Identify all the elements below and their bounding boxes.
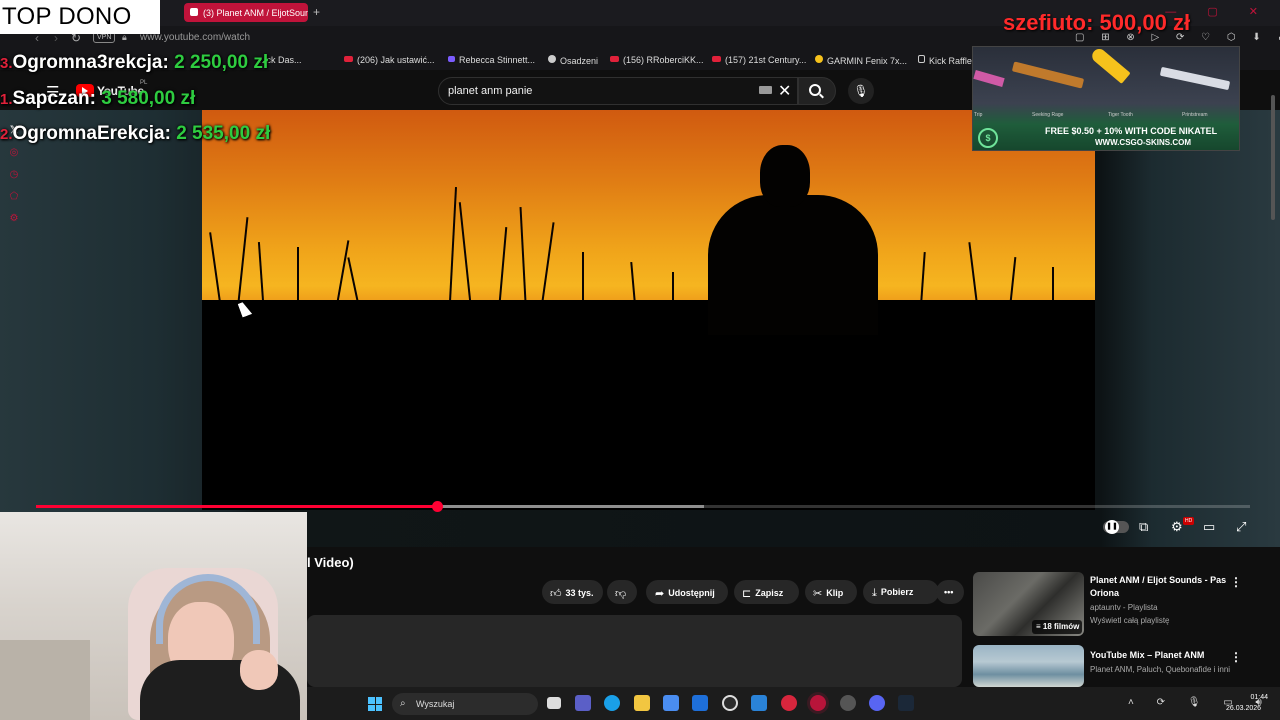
bookmark-icon xyxy=(448,56,455,62)
scissors-icon: ✂ xyxy=(813,588,823,600)
subtitles-icon[interactable]: ⧉ xyxy=(1139,519,1148,535)
teams-icon[interactable] xyxy=(575,695,591,711)
fullscreen-icon[interactable]: ⤢ xyxy=(1236,519,1246,535)
pause-icon[interactable]: ❚❚ xyxy=(1105,520,1119,534)
clock-time[interactable]: 01:44 xyxy=(1244,694,1268,701)
app-icon[interactable] xyxy=(751,695,767,711)
playlist-count-badge: ≡ 18 filmów xyxy=(1032,620,1082,634)
mail-icon[interactable] xyxy=(692,695,708,711)
top-dono-label: TOP DONO xyxy=(0,0,160,34)
donor-row: 3.Ogromna3rekcja: 2 250,00 zł xyxy=(0,52,269,73)
top-donor-label: szefiuto: 500,00 zł xyxy=(1003,10,1191,35)
tab-active[interactable]: (3) Planet ANM / EljotSoun xyxy=(184,3,308,22)
suggestion-channel[interactable]: aptauntv - Playlista xyxy=(1090,603,1158,612)
opera-gx-icon[interactable] xyxy=(810,695,826,711)
dollar-icon: $ xyxy=(978,128,998,148)
video-title: l Video) xyxy=(307,555,354,570)
bookmark-item[interactable]: (157) 21st Century... xyxy=(712,55,806,65)
sidebar-icon[interactable]: ◎ xyxy=(5,142,23,164)
sponsor-url: WWW.CSGO-SKINS.COM xyxy=(1095,138,1191,147)
clear-search-icon[interactable]: ✕ xyxy=(778,81,791,101)
keyboard-icon[interactable] xyxy=(759,86,772,94)
video-silhouette xyxy=(708,195,878,335)
steam-icon[interactable] xyxy=(898,695,914,711)
download-icon: ⤓ xyxy=(872,587,877,599)
clip-button[interactable]: ✂ Klip xyxy=(805,580,857,604)
suggestion-channel[interactable]: Planet ANM, Paluch, Quebonafide i inni xyxy=(1090,665,1230,674)
more-options-icon[interactable]: ⋮ xyxy=(1230,650,1242,664)
tab-favicon-icon xyxy=(190,8,198,16)
bookmark-item[interactable]: Rebecca Stinnett... xyxy=(448,55,535,65)
more-options-icon[interactable]: ⋮ xyxy=(1230,575,1242,589)
opera-icon[interactable] xyxy=(781,695,797,711)
youtube-icon xyxy=(610,56,619,62)
share-button[interactable]: ➦ Udostępnij xyxy=(646,580,728,604)
description-box[interactable] xyxy=(307,615,962,687)
donor-row: 2.OgromnaErekcja: 2 535,00 zł xyxy=(0,123,271,144)
suggestion-thumbnail[interactable] xyxy=(973,645,1084,687)
skin-label: Trip xyxy=(974,112,983,118)
search-query[interactable]: planet anm panie xyxy=(448,85,532,97)
skin-label: Seeking Rage xyxy=(1032,112,1064,118)
suggestion-title[interactable]: YouTube Mix – Planet ANM xyxy=(1090,649,1230,662)
taskbar-search-placeholder[interactable]: Wyszukaj xyxy=(416,699,454,709)
clock-icon[interactable]: ◷ xyxy=(5,164,23,186)
video-foreground-field xyxy=(202,300,1095,510)
youtube-icon xyxy=(344,56,353,62)
windows-start-icon[interactable] xyxy=(368,697,382,711)
more-icon: ••• xyxy=(944,587,954,597)
more-actions-button[interactable]: ••• xyxy=(936,580,964,604)
progress-played xyxy=(36,505,437,508)
bookmark-icon: ⊏ xyxy=(742,588,752,600)
discord-icon[interactable] xyxy=(869,695,885,711)
like-button[interactable]: 👍︎ 33 tys. xyxy=(542,580,603,604)
bookmark-item[interactable]: (156) RRoberciKK... xyxy=(610,55,704,65)
suggestion-meta[interactable]: Wyświetl całą playlistę xyxy=(1090,616,1170,625)
hd-badge: HD xyxy=(1183,517,1195,525)
webcam-background xyxy=(0,640,90,720)
file-explorer-icon[interactable] xyxy=(634,695,650,711)
taskbar-search[interactable] xyxy=(392,693,538,715)
bookmark-item[interactable]: Kick Raffle xyxy=(918,55,972,66)
webcam-hand xyxy=(240,650,278,690)
theater-mode-icon[interactable]: ▭ xyxy=(1203,519,1215,535)
skin-label: Tiger Tooth xyxy=(1108,112,1133,118)
sponsor-promo: FREE $0.50 + 10% WITH CODE NIKATEL xyxy=(1045,126,1218,136)
video-silhouette-head xyxy=(760,145,810,207)
progress-scrubber[interactable] xyxy=(432,501,443,512)
suggestion-title[interactable]: Planet ANM / Eljot Sounds - Pas Oriona xyxy=(1090,574,1230,600)
search-icon: ⌕ xyxy=(400,698,406,709)
country-code: PL xyxy=(140,80,148,86)
page-icon xyxy=(918,55,925,63)
bookmark-item[interactable]: GARMIN Fenix 7x... xyxy=(815,55,907,66)
bookmark-item[interactable]: Osadzeni xyxy=(548,55,598,66)
app-icon[interactable] xyxy=(722,695,738,711)
download-button[interactable]: ⤓ Pobierz xyxy=(863,580,939,604)
dislike-button[interactable]: 👎︎ xyxy=(607,580,637,604)
globe-icon xyxy=(548,55,556,63)
task-view-icon[interactable] xyxy=(547,697,561,709)
save-button[interactable]: ⊏ Zapisz xyxy=(734,580,799,604)
garmin-icon xyxy=(815,55,823,63)
app-icon[interactable] xyxy=(840,695,856,711)
bookmark-item[interactable]: (206) Jak ustawić... xyxy=(344,55,435,65)
settings-gear-icon[interactable]: ⚙ xyxy=(1171,519,1183,535)
clock-date[interactable]: 26.03.2026 xyxy=(1226,705,1261,712)
scrollbar[interactable] xyxy=(1271,95,1275,220)
share-icon: ➦ xyxy=(655,588,665,600)
store-icon[interactable] xyxy=(663,695,679,711)
sidebar-icon[interactable]: ⬠ xyxy=(5,186,23,208)
edge-icon[interactable] xyxy=(604,695,620,711)
skin-label: Printstream xyxy=(1182,112,1208,118)
youtube-icon xyxy=(712,56,721,62)
donor-row: 1.Sapczan: 3 580,00 zł xyxy=(0,88,196,109)
new-tab-button[interactable]: + xyxy=(313,5,320,19)
thumbs-up-icon: 👍︎ xyxy=(550,588,562,600)
thumbs-down-icon: 👎︎ xyxy=(615,588,627,600)
settings-icon[interactable]: ⚙ xyxy=(5,208,23,230)
microphone-icon[interactable]: 🎙︎ xyxy=(848,78,874,104)
